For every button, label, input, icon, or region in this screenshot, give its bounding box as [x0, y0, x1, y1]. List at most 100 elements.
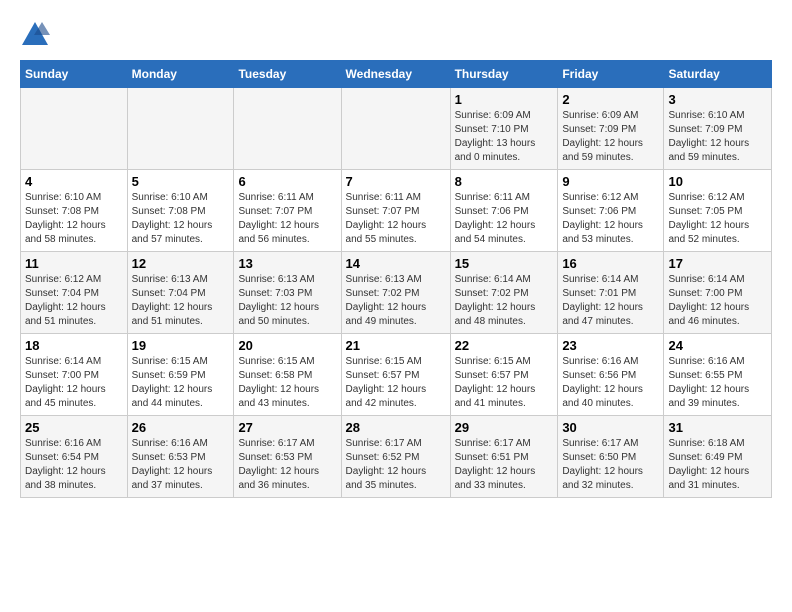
calendar-cell: 6 Sunrise: 6:11 AM Sunset: 7:07 PM Daylig… [234, 170, 341, 252]
calendar-cell: 17 Sunrise: 6:14 AM Sunset: 7:00 PM Dayli… [664, 252, 772, 334]
calendar-cell [341, 88, 450, 170]
day-info: Sunrise: 6:15 AM Sunset: 6:57 PM Dayligh… [455, 355, 554, 411]
day-info: Sunrise: 6:14 AM Sunset: 7:00 PM Dayligh… [25, 355, 123, 411]
calendar-cell: 14 Sunrise: 6:13 AM Sunset: 7:02 PM Dayli… [341, 252, 450, 334]
day-info: Sunrise: 6:13 AM Sunset: 7:03 PM Dayligh… [238, 273, 336, 329]
weekday-saturday: Saturday [664, 61, 772, 88]
calendar-cell: 22 Sunrise: 6:15 AM Sunset: 6:57 PM Dayli… [450, 334, 558, 416]
day-info: Sunrise: 6:10 AM Sunset: 7:09 PM Dayligh… [668, 109, 767, 165]
calendar-cell: 9 Sunrise: 6:12 AM Sunset: 7:06 PM Daylig… [558, 170, 664, 252]
day-number: 21 [346, 338, 446, 353]
day-number: 13 [238, 256, 336, 271]
calendar-cell: 20Sunrise: 6:15 AM Sunset: 6:58 PM Dayli… [234, 334, 341, 416]
calendar-cell: 29Sunrise: 6:17 AM Sunset: 6:51 PM Dayli… [450, 416, 558, 498]
day-number: 15 [455, 256, 554, 271]
day-number: 3 [668, 92, 767, 107]
day-info: Sunrise: 6:11 AM Sunset: 7:07 PM Dayligh… [346, 191, 446, 247]
calendar-cell: 11Sunrise: 6:12 AM Sunset: 7:04 PM Dayli… [21, 252, 128, 334]
day-number: 4 [25, 174, 123, 189]
day-number: 2 [562, 92, 659, 107]
calendar-cell: 21 Sunrise: 6:15 AM Sunset: 6:57 PM Dayli… [341, 334, 450, 416]
logo [20, 20, 54, 50]
calendar-cell: 28 Sunrise: 6:17 AM Sunset: 6:52 PM Dayli… [341, 416, 450, 498]
calendar-cell: 10 Sunrise: 6:12 AM Sunset: 7:05 PM Dayli… [664, 170, 772, 252]
calendar-cell: 2 Sunrise: 6:09 AM Sunset: 7:09 PM Daylig… [558, 88, 664, 170]
calendar-header: SundayMondayTuesdayWednesdayThursdayFrid… [21, 61, 772, 88]
calendar-cell: 19 Sunrise: 6:15 AM Sunset: 6:59 PM Dayli… [127, 334, 234, 416]
calendar-cell [21, 88, 128, 170]
calendar-cell: 27 Sunrise: 6:17 AM Sunset: 6:53 PM Dayli… [234, 416, 341, 498]
calendar-table: SundayMondayTuesdayWednesdayThursdayFrid… [20, 60, 772, 498]
calendar-cell: 3 Sunrise: 6:10 AM Sunset: 7:09 PM Daylig… [664, 88, 772, 170]
day-number: 1 [455, 92, 554, 107]
calendar-cell [127, 88, 234, 170]
day-number: 24 [668, 338, 767, 353]
calendar-cell: 23 Sunrise: 6:16 AM Sunset: 6:56 PM Dayli… [558, 334, 664, 416]
day-number: 14 [346, 256, 446, 271]
calendar-cell: 25Sunrise: 6:16 AM Sunset: 6:54 PM Dayli… [21, 416, 128, 498]
weekday-header-row: SundayMondayTuesdayWednesdayThursdayFrid… [21, 61, 772, 88]
day-info: Sunrise: 6:12 AM Sunset: 7:05 PM Dayligh… [668, 191, 767, 247]
calendar-cell: 15Sunrise: 6:14 AM Sunset: 7:02 PM Dayli… [450, 252, 558, 334]
day-number: 27 [238, 420, 336, 435]
day-info: Sunrise: 6:17 AM Sunset: 6:52 PM Dayligh… [346, 437, 446, 493]
day-info: Sunrise: 6:17 AM Sunset: 6:53 PM Dayligh… [238, 437, 336, 493]
day-info: Sunrise: 6:11 AM Sunset: 7:06 PM Dayligh… [455, 191, 554, 247]
day-info: Sunrise: 6:15 AM Sunset: 6:59 PM Dayligh… [132, 355, 230, 411]
day-number: 19 [132, 338, 230, 353]
day-number: 9 [562, 174, 659, 189]
day-number: 31 [668, 420, 767, 435]
calendar-cell: 8Sunrise: 6:11 AM Sunset: 7:06 PM Daylig… [450, 170, 558, 252]
day-number: 10 [668, 174, 767, 189]
day-number: 5 [132, 174, 230, 189]
page-header [20, 20, 772, 50]
week-row-3: 11Sunrise: 6:12 AM Sunset: 7:04 PM Dayli… [21, 252, 772, 334]
day-info: Sunrise: 6:13 AM Sunset: 7:04 PM Dayligh… [132, 273, 230, 329]
calendar-cell: 12Sunrise: 6:13 AM Sunset: 7:04 PM Dayli… [127, 252, 234, 334]
day-number: 28 [346, 420, 446, 435]
day-info: Sunrise: 6:12 AM Sunset: 7:04 PM Dayligh… [25, 273, 123, 329]
day-info: Sunrise: 6:10 AM Sunset: 7:08 PM Dayligh… [25, 191, 123, 247]
day-number: 22 [455, 338, 554, 353]
day-number: 17 [668, 256, 767, 271]
day-info: Sunrise: 6:16 AM Sunset: 6:55 PM Dayligh… [668, 355, 767, 411]
calendar-cell: 7Sunrise: 6:11 AM Sunset: 7:07 PM Daylig… [341, 170, 450, 252]
day-info: Sunrise: 6:15 AM Sunset: 6:57 PM Dayligh… [346, 355, 446, 411]
calendar-cell: 13 Sunrise: 6:13 AM Sunset: 7:03 PM Dayli… [234, 252, 341, 334]
week-row-5: 25Sunrise: 6:16 AM Sunset: 6:54 PM Dayli… [21, 416, 772, 498]
day-info: Sunrise: 6:14 AM Sunset: 7:01 PM Dayligh… [562, 273, 659, 329]
week-row-1: 1Sunrise: 6:09 AM Sunset: 7:10 PM Daylig… [21, 88, 772, 170]
day-number: 20 [238, 338, 336, 353]
day-info: Sunrise: 6:16 AM Sunset: 6:56 PM Dayligh… [562, 355, 659, 411]
day-info: Sunrise: 6:09 AM Sunset: 7:09 PM Dayligh… [562, 109, 659, 165]
week-row-2: 4 Sunrise: 6:10 AM Sunset: 7:08 PM Daylig… [21, 170, 772, 252]
day-number: 18 [25, 338, 123, 353]
day-info: Sunrise: 6:16 AM Sunset: 6:53 PM Dayligh… [132, 437, 230, 493]
weekday-thursday: Thursday [450, 61, 558, 88]
day-info: Sunrise: 6:12 AM Sunset: 7:06 PM Dayligh… [562, 191, 659, 247]
weekday-monday: Monday [127, 61, 234, 88]
day-info: Sunrise: 6:11 AM Sunset: 7:07 PM Dayligh… [238, 191, 336, 247]
calendar-cell: 18 Sunrise: 6:14 AM Sunset: 7:00 PM Dayli… [21, 334, 128, 416]
calendar-cell: 4 Sunrise: 6:10 AM Sunset: 7:08 PM Daylig… [21, 170, 128, 252]
week-row-4: 18 Sunrise: 6:14 AM Sunset: 7:00 PM Dayli… [21, 334, 772, 416]
calendar-cell: 1Sunrise: 6:09 AM Sunset: 7:10 PM Daylig… [450, 88, 558, 170]
day-info: Sunrise: 6:17 AM Sunset: 6:50 PM Dayligh… [562, 437, 659, 493]
calendar-cell: 26Sunrise: 6:16 AM Sunset: 6:53 PM Dayli… [127, 416, 234, 498]
logo-icon [20, 20, 50, 50]
day-info: Sunrise: 6:13 AM Sunset: 7:02 PM Dayligh… [346, 273, 446, 329]
day-number: 25 [25, 420, 123, 435]
day-info: Sunrise: 6:10 AM Sunset: 7:08 PM Dayligh… [132, 191, 230, 247]
calendar-cell: 16 Sunrise: 6:14 AM Sunset: 7:01 PM Dayli… [558, 252, 664, 334]
weekday-sunday: Sunday [21, 61, 128, 88]
calendar-body: 1Sunrise: 6:09 AM Sunset: 7:10 PM Daylig… [21, 88, 772, 498]
day-info: Sunrise: 6:18 AM Sunset: 6:49 PM Dayligh… [668, 437, 767, 493]
day-info: Sunrise: 6:14 AM Sunset: 7:00 PM Dayligh… [668, 273, 767, 329]
day-number: 16 [562, 256, 659, 271]
day-number: 23 [562, 338, 659, 353]
day-number: 30 [562, 420, 659, 435]
day-number: 29 [455, 420, 554, 435]
weekday-wednesday: Wednesday [341, 61, 450, 88]
day-number: 6 [238, 174, 336, 189]
calendar-cell: 24 Sunrise: 6:16 AM Sunset: 6:55 PM Dayli… [664, 334, 772, 416]
